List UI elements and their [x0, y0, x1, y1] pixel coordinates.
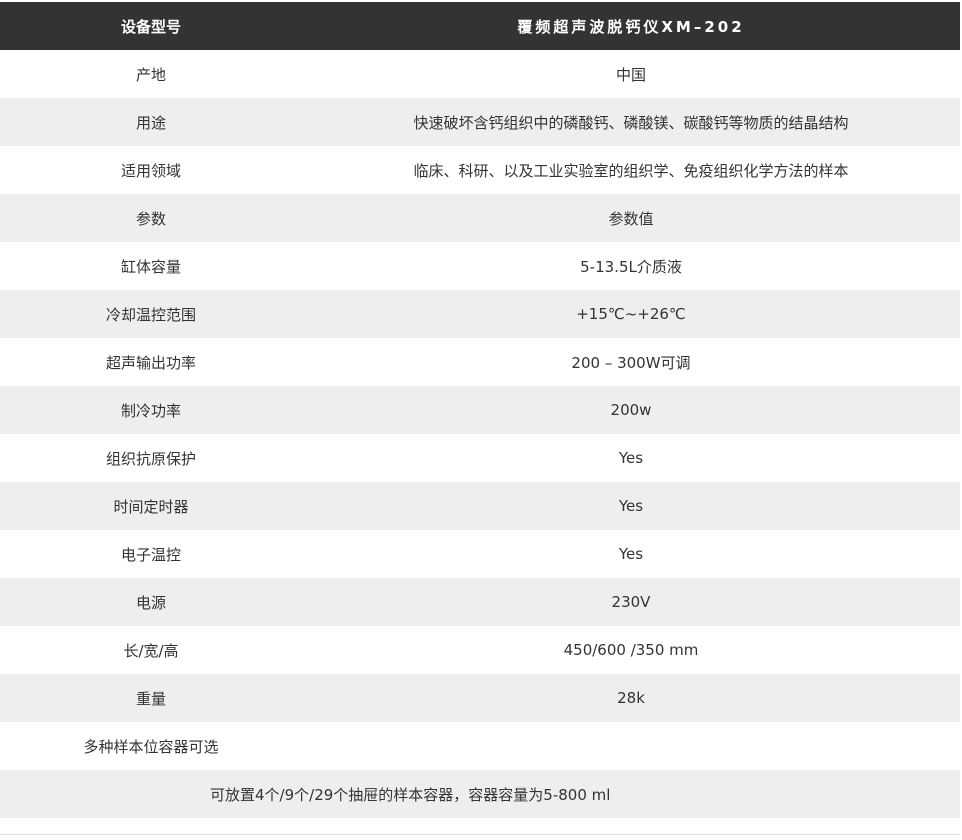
- row-value: 200w: [610, 401, 652, 419]
- row-key: 产地: [135, 65, 166, 84]
- row-value: Yes: [618, 497, 644, 515]
- table-row: 产地 中国: [0, 50, 960, 98]
- row-key: 制冷功率: [120, 401, 181, 420]
- header-key: 设备型号: [120, 17, 181, 36]
- row-key: 参数: [135, 209, 166, 228]
- table-row: 适用领域 临床、科研、以及工业实验室的组织学、免疫组织化学方法的样本: [0, 146, 960, 194]
- header-value: 覆频超声波脱钙仪XM–202: [517, 17, 745, 36]
- footer-note: 可放置4个/9个/29个抽屉的样本容器，容器容量为5-800 ml: [210, 785, 611, 804]
- table-row: 参数 参数值: [0, 194, 960, 242]
- row-value: 28k: [617, 689, 645, 707]
- row-value: +15℃~+26℃: [576, 305, 686, 323]
- row-key: 重量: [135, 689, 166, 708]
- row-value: 450/600 /350 mm: [563, 641, 699, 659]
- row-value: 快速破坏含钙组织中的磷酸钙、磷酸镁、碳酸钙等物质的结晶结构: [413, 113, 849, 132]
- row-value: 中国: [615, 65, 646, 84]
- row-key: 电源: [135, 593, 166, 612]
- spec-table: 设备型号 覆频超声波脱钙仪XM–202 产地 中国 用途 快速破坏含钙组织中的磷…: [0, 2, 960, 818]
- table-header: 设备型号 覆频超声波脱钙仪XM–202: [0, 2, 960, 50]
- table-row: 超声输出功率 200 – 300W可调: [0, 338, 960, 386]
- table-row: 长/宽/高 450/600 /350 mm: [0, 626, 960, 674]
- row-value: 230V: [611, 593, 651, 611]
- row-key: 长/宽/高: [123, 641, 179, 660]
- table-row: 制冷功率 200w: [0, 386, 960, 434]
- row-value: 临床、科研、以及工业实验室的组织学、免疫组织化学方法的样本: [413, 161, 849, 180]
- table-row: 用途 快速破坏含钙组织中的磷酸钙、磷酸镁、碳酸钙等物质的结晶结构: [0, 98, 960, 146]
- table-row: 多种样本位容器可选: [0, 722, 960, 770]
- row-value: Yes: [618, 545, 644, 563]
- table-row: 电源 230V: [0, 578, 960, 626]
- row-key: 用途: [135, 113, 166, 132]
- row-key: 多种样本位容器可选: [83, 737, 219, 756]
- row-key: 组织抗原保护: [105, 449, 196, 468]
- table-row: 组织抗原保护 Yes: [0, 434, 960, 482]
- table-bottom-divider: [0, 834, 960, 835]
- row-key: 适用领域: [120, 161, 181, 180]
- table-row: 时间定时器 Yes: [0, 482, 960, 530]
- row-key: 冷却温控范围: [105, 305, 196, 324]
- row-value: 参数值: [608, 209, 654, 228]
- table-row: 缸体容量 5-13.5L介质液: [0, 242, 960, 290]
- table-row: 电子温控 Yes: [0, 530, 960, 578]
- row-key: 超声输出功率: [105, 353, 196, 372]
- row-value: 200 – 300W可调: [571, 353, 691, 372]
- table-row: 冷却温控范围 +15℃~+26℃: [0, 290, 960, 338]
- row-value: Yes: [618, 449, 644, 467]
- row-key: 电子温控: [120, 545, 181, 564]
- row-key: 缸体容量: [120, 257, 181, 276]
- row-value: 5-13.5L介质液: [580, 257, 682, 276]
- table-footer-row: 可放置4个/9个/29个抽屉的样本容器，容器容量为5-800 ml: [0, 770, 960, 818]
- table-row: 重量 28k: [0, 674, 960, 722]
- row-key: 时间定时器: [113, 497, 189, 516]
